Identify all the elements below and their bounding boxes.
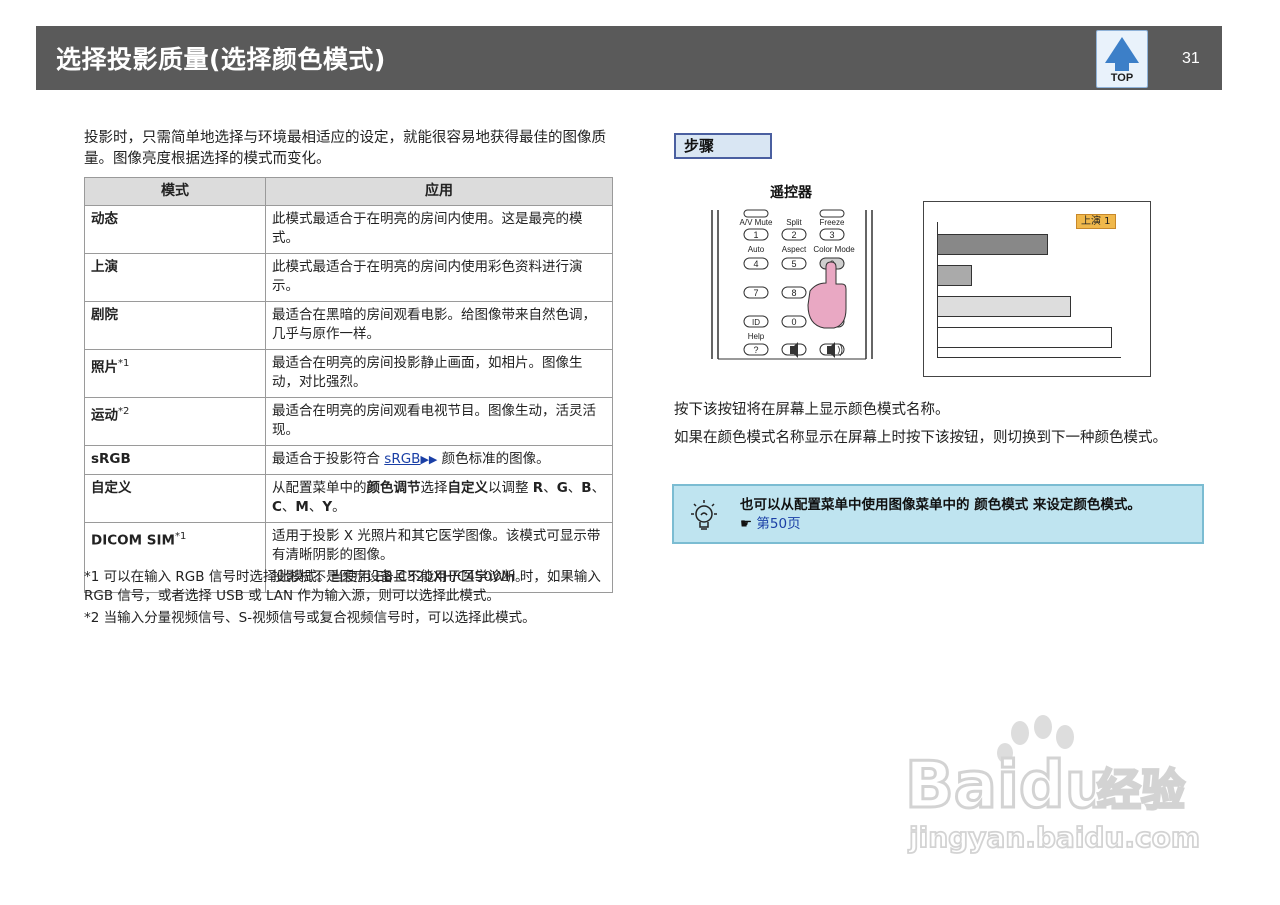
screen-illustration: 上演 1 bbox=[923, 201, 1151, 377]
page-title: 选择投影质量(选择颜色模式) bbox=[56, 45, 386, 74]
header-bar: 选择投影质量(选择颜色模式) TOP 31 bbox=[36, 26, 1222, 90]
svg-text:jingyan.baidu.com: jingyan.baidu.com bbox=[908, 821, 1200, 854]
svg-text:8: 8 bbox=[791, 288, 796, 298]
desc-cell: 此模式最适合于在明亮的房间内使用彩色资料进行演示。 bbox=[265, 253, 613, 302]
svg-text:Baidu: Baidu bbox=[905, 749, 1110, 823]
mode-cell: 自定义 bbox=[84, 474, 266, 523]
mode-cell: 运动*2 bbox=[84, 397, 266, 446]
svg-text:Color Mode: Color Mode bbox=[813, 245, 855, 254]
intro-text: 投影时，只需简单地选择与环境最相适应的设定，就能很容易地获得最佳的图像质量。图像… bbox=[84, 130, 606, 167]
svg-text:Freeze: Freeze bbox=[820, 218, 845, 227]
desc-cell: 最适合在明亮的房间投影静止画面，如相片。图像生动，对比强烈。 bbox=[265, 349, 613, 398]
desc-cell: 从配置菜单中的颜色调节选择自定义以调整 R、G、B、C、M、Y。 bbox=[265, 474, 613, 523]
mode-cell: 上演 bbox=[84, 253, 266, 302]
mode-cell: 照片*1 bbox=[84, 349, 266, 398]
mode-cell: 剧院 bbox=[84, 301, 266, 350]
step-text-1: 按下该按钮将在屏幕上显示颜色模式名称。 bbox=[674, 402, 950, 418]
footnote-ref: *2 bbox=[118, 406, 130, 417]
svg-text:Aspect: Aspect bbox=[782, 245, 807, 254]
desc-cell: 最适合在明亮的房间观看电视节目。图像生动，活灵活现。 bbox=[265, 397, 613, 446]
remote-control-illustration: A/V Mute Split Freeze Auto Aspect Color … bbox=[711, 209, 873, 360]
svg-text:0: 0 bbox=[791, 317, 796, 327]
svg-text:5: 5 bbox=[791, 259, 796, 269]
svg-text:2: 2 bbox=[791, 230, 796, 240]
svg-text:A/V Mute: A/V Mute bbox=[740, 218, 773, 227]
page-50-link[interactable]: 第50页 bbox=[756, 516, 800, 532]
table-row: 上演 此模式最适合于在明亮的房间内使用彩色资料进行演示。 bbox=[84, 253, 613, 302]
svg-text:Help: Help bbox=[748, 332, 765, 341]
top-label: TOP bbox=[1110, 72, 1134, 84]
step-text-2: 如果在颜色模式名称显示在屏幕上时按下该按钮，则切换到下一种颜色模式。 bbox=[674, 430, 1167, 446]
table-row: 运动*2 最适合在明亮的房间观看电视节目。图像生动，活灵活现。 bbox=[84, 397, 613, 446]
link-arrow-icon: ▶▶ bbox=[420, 453, 438, 466]
column-header-use: 应用 bbox=[265, 177, 613, 206]
table-row: 剧院 最适合在黑暗的房间观看电影。给图像带来自然色调，几乎与原作一样。 bbox=[84, 301, 613, 350]
svg-text:ID: ID bbox=[752, 318, 760, 327]
svg-text:Auto: Auto bbox=[748, 245, 765, 254]
footnote-ref: *1 bbox=[118, 358, 130, 369]
home-arrow-icon bbox=[1105, 37, 1139, 63]
finger-pointer bbox=[807, 261, 847, 329]
table-row: 动态 此模式最适合于在明亮的房间内使用。这是最亮的模式。 bbox=[84, 205, 613, 254]
screen-mode-tag: 上演 1 bbox=[1076, 214, 1116, 229]
top-button[interactable]: TOP bbox=[1096, 30, 1148, 88]
pointing-hand-icon: ☛ bbox=[740, 516, 753, 532]
remote-label: 遥控器 bbox=[770, 185, 812, 201]
svg-text:?: ? bbox=[753, 345, 758, 355]
desc-cell: 最适合在黑暗的房间观看电影。给图像带来自然色调，几乎与原作一样。 bbox=[265, 301, 613, 350]
footnote-1: *1 可以在输入 RGB 信号时选择此模式。当使用 EB-C520XH/C450… bbox=[84, 569, 601, 604]
footnote-2: *2 当输入分量视频信号、S-视频信号或复合视频信号时，可以选择此模式。 bbox=[84, 610, 536, 626]
table-row: 自定义 从配置菜单中的颜色调节选择自定义以调整 R、G、B、C、M、Y。 bbox=[84, 474, 613, 523]
desc-cell: 此模式最适合于在明亮的房间内使用。这是最亮的模式。 bbox=[265, 205, 613, 254]
baidu-watermark-logo: Baidu 经验 jingyan.baidu.com bbox=[905, 715, 1201, 855]
lightbulb-icon bbox=[691, 500, 717, 530]
page-number: 31 bbox=[1182, 50, 1200, 67]
desc-cell: 最适合于投影符合 sRGB▶▶ 颜色标准的图像。 bbox=[265, 445, 613, 475]
column-header-mode: 模式 bbox=[84, 177, 266, 206]
svg-text:7: 7 bbox=[753, 288, 758, 298]
svg-text:3: 3 bbox=[829, 230, 834, 240]
color-mode-table: 模式 应用 动态 此模式最适合于在明亮的房间内使用。这是最亮的模式。 上演 此模… bbox=[84, 177, 613, 593]
srgb-link[interactable]: sRGB bbox=[384, 451, 420, 467]
tip-text: 也可以从配置菜单中使用图像菜单中的 颜色模式 来设定颜色模式。 bbox=[740, 497, 1141, 513]
footnote-ref: *1 bbox=[174, 531, 187, 542]
svg-text:1: 1 bbox=[753, 230, 758, 240]
svg-text:经验: 经验 bbox=[1097, 765, 1185, 816]
procedure-label: 步骤 bbox=[674, 133, 772, 159]
svg-text:Split: Split bbox=[786, 218, 802, 227]
table-row: 照片*1 最适合在明亮的房间投影静止画面，如相片。图像生动，对比强烈。 bbox=[84, 349, 613, 398]
table-row: sRGB 最适合于投影符合 sRGB▶▶ 颜色标准的图像。 bbox=[84, 445, 613, 475]
mode-cell: 动态 bbox=[84, 205, 266, 254]
tip-box: 也可以从配置菜单中使用图像菜单中的 颜色模式 来设定颜色模式。 ☛ 第50页 bbox=[672, 484, 1204, 544]
mode-cell: sRGB bbox=[84, 445, 266, 475]
table-header-row: 模式 应用 bbox=[84, 177, 613, 206]
svg-text:4: 4 bbox=[753, 259, 758, 269]
